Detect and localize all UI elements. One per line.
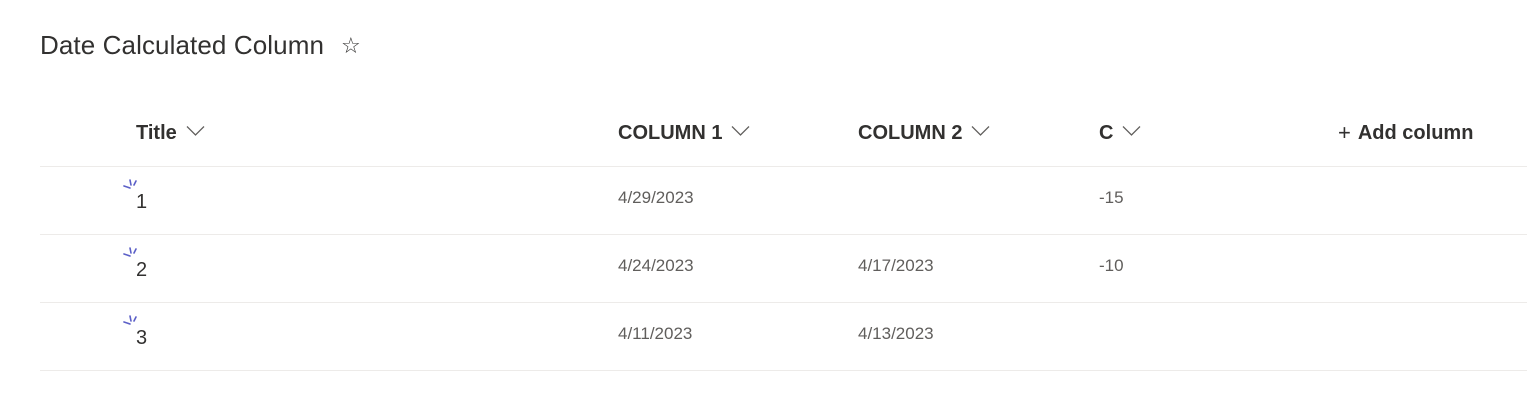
column-1-value: 4/29/2023 — [618, 188, 694, 207]
title-cell[interactable]: 2 — [122, 247, 162, 289]
title-cell[interactable]: 1 — [122, 179, 162, 221]
table-row[interactable]: 3 4/11/2023 4/13/2023 — [40, 303, 1527, 371]
add-column-button[interactable]: + Add column — [1338, 120, 1473, 146]
column-header-row: Title COLUMN 1 COLUMN 2 C + Add column — [40, 100, 1527, 167]
column-2-value: 4/13/2023 — [858, 324, 934, 343]
star-outline-icon[interactable]: ☆ — [341, 35, 361, 57]
chevron-down-icon — [186, 125, 205, 137]
title-value: 2 — [136, 259, 148, 281]
column-header-label: COLUMN 2 — [858, 121, 963, 144]
column-header-label: C — [1099, 121, 1114, 144]
table-row[interactable]: 2 4/24/2023 4/17/2023 -10 — [40, 235, 1527, 303]
column-header-c[interactable]: C — [1099, 120, 1141, 146]
table-row[interactable]: 1 4/29/2023 -15 — [40, 167, 1527, 235]
c-value: -15 — [1099, 188, 1124, 207]
column-1-value: 4/11/2023 — [618, 324, 693, 343]
column-header-label: Title — [136, 121, 177, 144]
column-2-value: 4/17/2023 — [858, 256, 934, 275]
column-header-title[interactable]: Title — [136, 120, 205, 146]
column-1-value: 4/24/2023 — [618, 256, 694, 275]
title-cell[interactable]: 3 — [122, 315, 162, 357]
chevron-down-icon — [971, 125, 990, 137]
title-value: 1 — [136, 191, 148, 213]
column-header-column-2[interactable]: COLUMN 2 — [858, 120, 990, 146]
title-value: 3 — [136, 327, 148, 349]
c-value: -10 — [1099, 256, 1124, 275]
page-title: Date Calculated Column — [40, 29, 325, 60]
column-header-column-1[interactable]: COLUMN 1 — [618, 120, 750, 146]
list-view: Title COLUMN 1 COLUMN 2 C + Add column 1… — [40, 100, 1527, 371]
column-header-label: COLUMN 1 — [618, 121, 723, 144]
add-column-label: Add column — [1357, 121, 1474, 144]
chevron-down-icon — [731, 125, 750, 137]
plus-icon: + — [1338, 120, 1351, 145]
page-header: Date Calculated Column ☆ — [40, 26, 361, 64]
chevron-down-icon — [1122, 125, 1141, 137]
